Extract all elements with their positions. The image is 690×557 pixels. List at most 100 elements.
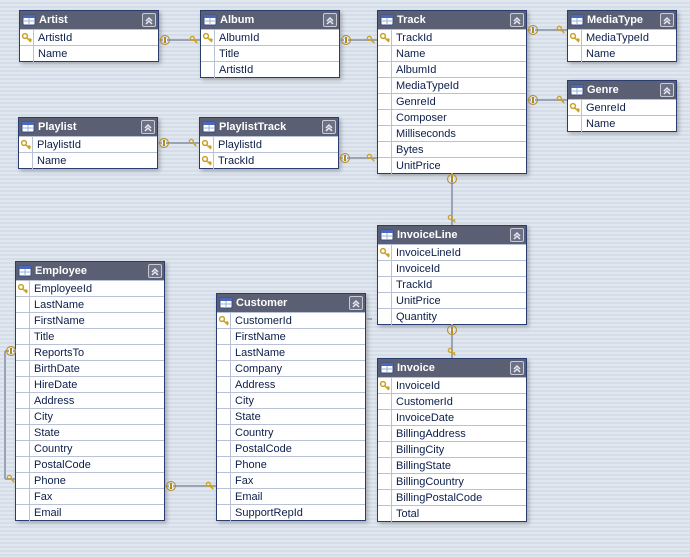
field-row[interactable]: AlbumId — [378, 61, 526, 77]
field-row[interactable]: LastName — [217, 344, 365, 360]
field-row[interactable]: Total — [378, 505, 526, 521]
field-row[interactable]: Title — [16, 328, 164, 344]
field-gutter — [378, 261, 392, 277]
field-row[interactable]: Quantity — [378, 308, 526, 324]
field-row[interactable]: BillingCity — [378, 441, 526, 457]
field-row[interactable]: GenreId — [568, 99, 676, 115]
table-header[interactable]: Playlist — [19, 118, 157, 136]
table-header[interactable]: InvoiceLine — [378, 226, 526, 244]
field-row[interactable]: PostalCode — [16, 456, 164, 472]
table-header[interactable]: Track — [378, 11, 526, 29]
collapse-button[interactable] — [349, 296, 363, 310]
field-row[interactable]: State — [217, 408, 365, 424]
collapse-button[interactable] — [510, 13, 524, 27]
field-row[interactable]: State — [16, 424, 164, 440]
table-header[interactable]: Employee — [16, 262, 164, 280]
table-invoiceline[interactable]: InvoiceLineInvoiceLineIdInvoiceIdTrackId… — [377, 225, 527, 325]
field-gutter — [217, 489, 231, 505]
field-row[interactable]: PlaylistId — [19, 136, 157, 152]
field-row[interactable]: Name — [19, 152, 157, 168]
field-row[interactable]: FirstName — [217, 328, 365, 344]
field-gutter — [16, 345, 30, 361]
field-row[interactable]: Composer — [378, 109, 526, 125]
table-artist[interactable]: ArtistArtistIdName — [19, 10, 159, 62]
field-row[interactable]: Name — [378, 45, 526, 61]
field-row[interactable]: EmployeeId — [16, 280, 164, 296]
field-row[interactable]: UnitPrice — [378, 292, 526, 308]
field-row[interactable]: Email — [16, 504, 164, 520]
field-row[interactable]: CustomerId — [217, 312, 365, 328]
collapse-button[interactable] — [322, 120, 336, 134]
collapse-button[interactable] — [148, 264, 162, 278]
field-row[interactable]: CustomerId — [378, 393, 526, 409]
table-playlist[interactable]: PlaylistPlaylistIdName — [18, 117, 158, 169]
table-header[interactable]: Artist — [20, 11, 158, 29]
field-row[interactable]: AlbumId — [201, 29, 339, 45]
field-row[interactable]: LastName — [16, 296, 164, 312]
field-row[interactable]: GenreId — [378, 93, 526, 109]
field-row[interactable]: City — [217, 392, 365, 408]
field-row[interactable]: Country — [16, 440, 164, 456]
collapse-button[interactable] — [141, 120, 155, 134]
table-header[interactable]: Album — [201, 11, 339, 29]
field-row[interactable]: BillingCountry — [378, 473, 526, 489]
field-row[interactable]: InvoiceDate — [378, 409, 526, 425]
field-row[interactable]: BillingState — [378, 457, 526, 473]
field-row[interactable]: UnitPrice — [378, 157, 526, 173]
table-customer[interactable]: CustomerCustomerIdFirstNameLastNameCompa… — [216, 293, 366, 521]
collapse-button[interactable] — [510, 361, 524, 375]
field-row[interactable]: TrackId — [378, 276, 526, 292]
field-row[interactable]: City — [16, 408, 164, 424]
table-playlisttrack[interactable]: PlaylistTrackPlaylistIdTrackId — [199, 117, 339, 169]
field-row[interactable]: MediaTypeId — [568, 29, 676, 45]
field-row[interactable]: Name — [568, 115, 676, 131]
table-header[interactable]: MediaType — [568, 11, 676, 29]
field-row[interactable]: Milliseconds — [378, 125, 526, 141]
field-row[interactable]: BillingPostalCode — [378, 489, 526, 505]
table-header[interactable]: Customer — [217, 294, 365, 312]
table-album[interactable]: AlbumAlbumIdTitleArtistId — [200, 10, 340, 78]
field-row[interactable]: SupportRepId — [217, 504, 365, 520]
table-genre[interactable]: GenreGenreIdName — [567, 80, 677, 132]
field-row[interactable]: ArtistId — [20, 29, 158, 45]
field-row[interactable]: BirthDate — [16, 360, 164, 376]
field-row[interactable]: ReportsTo — [16, 344, 164, 360]
field-row[interactable]: Country — [217, 424, 365, 440]
field-row[interactable]: ArtistId — [201, 61, 339, 77]
field-row[interactable]: Fax — [217, 472, 365, 488]
collapse-button[interactable] — [660, 83, 674, 97]
field-row[interactable]: InvoiceLineId — [378, 244, 526, 260]
field-row[interactable]: BillingAddress — [378, 425, 526, 441]
collapse-button[interactable] — [142, 13, 156, 27]
field-row[interactable]: InvoiceId — [378, 377, 526, 393]
field-row[interactable]: TrackId — [378, 29, 526, 45]
field-row[interactable]: TrackId — [200, 152, 338, 168]
field-row[interactable]: HireDate — [16, 376, 164, 392]
table-header[interactable]: Invoice — [378, 359, 526, 377]
field-row[interactable]: Address — [16, 392, 164, 408]
field-row[interactable]: Name — [568, 45, 676, 61]
field-row[interactable]: Company — [217, 360, 365, 376]
field-row[interactable]: PlaylistId — [200, 136, 338, 152]
field-row[interactable]: FirstName — [16, 312, 164, 328]
table-track[interactable]: TrackTrackIdNameAlbumIdMediaTypeIdGenreI… — [377, 10, 527, 174]
collapse-button[interactable] — [510, 228, 524, 242]
table-header[interactable]: Genre — [568, 81, 676, 99]
field-row[interactable]: Name — [20, 45, 158, 61]
collapse-button[interactable] — [660, 13, 674, 27]
field-row[interactable]: Address — [217, 376, 365, 392]
field-row[interactable]: InvoiceId — [378, 260, 526, 276]
collapse-button[interactable] — [323, 13, 337, 27]
field-row[interactable]: Title — [201, 45, 339, 61]
field-row[interactable]: PostalCode — [217, 440, 365, 456]
field-row[interactable]: Fax — [16, 488, 164, 504]
table-mediatype[interactable]: MediaTypeMediaTypeIdName — [567, 10, 677, 62]
field-row[interactable]: MediaTypeId — [378, 77, 526, 93]
table-invoice[interactable]: InvoiceInvoiceIdCustomerIdInvoiceDateBil… — [377, 358, 527, 522]
table-employee[interactable]: EmployeeEmployeeIdLastNameFirstNameTitle… — [15, 261, 165, 521]
field-row[interactable]: Bytes — [378, 141, 526, 157]
table-header[interactable]: PlaylistTrack — [200, 118, 338, 136]
field-row[interactable]: Phone — [217, 456, 365, 472]
field-row[interactable]: Email — [217, 488, 365, 504]
field-row[interactable]: Phone — [16, 472, 164, 488]
